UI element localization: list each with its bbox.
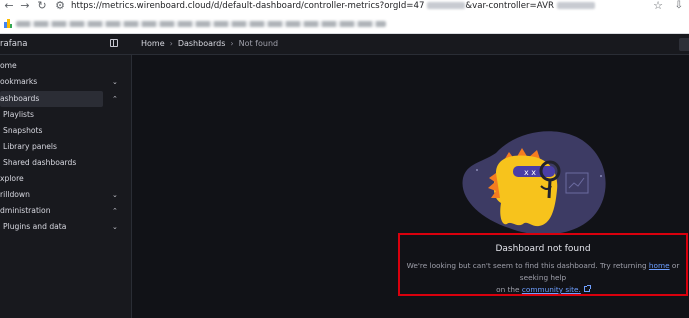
sidebar-item-label: Plugins and data	[3, 222, 67, 231]
mascot-eyes: x x	[524, 168, 536, 177]
star-icon[interactable]: ☆	[653, 0, 663, 12]
topbar-action-button[interactable]	[679, 38, 689, 51]
bookmarks-redacted	[16, 21, 386, 27]
bookmarks-bar	[0, 14, 689, 34]
sidebar-item-home[interactable]: ome	[0, 58, 132, 74]
community-site-link[interactable]: community site.	[522, 285, 581, 294]
sidebar-item-label: xplore	[0, 174, 24, 183]
sidebar-item-label: ome	[0, 61, 17, 70]
sidebar-item-library-panels[interactable]: Library panels	[0, 139, 132, 155]
sidebar-item-plugins-and-data[interactable]: Plugins and data ⌄	[0, 219, 132, 235]
breadcrumb-home[interactable]: Home	[141, 39, 165, 48]
sidebar-item-snapshots[interactable]: Snapshots	[0, 123, 132, 139]
arrow-left-icon[interactable]: ←	[2, 0, 16, 12]
sidebar-item-bookmarks[interactable]: ookmarks ⌄	[0, 74, 132, 90]
chevron-down-icon[interactable]: ⌄	[112, 187, 118, 203]
site-info-icon[interactable]: ⚙	[53, 0, 67, 12]
sparkle-dot	[476, 169, 478, 171]
sidebar-item-label: Snapshots	[3, 126, 43, 135]
not-found-panel: Dashboard not found We're looking but ca…	[398, 233, 688, 296]
dock-menu-icon[interactable]	[110, 39, 118, 47]
sidebar-item-shared-dashboards[interactable]: Shared dashboards	[0, 155, 132, 171]
address-row: ← → ↻ ⚙ https://metrics.wirenboard.cloud…	[0, 0, 689, 14]
url-redacted-tail	[556, 2, 595, 9]
url-redacted	[427, 2, 466, 9]
not-found-title: Dashboard not found	[495, 244, 591, 254]
sidebar-item-drilldown[interactable]: rilldown ⌄	[0, 187, 132, 203]
sidebar-item-playlists[interactable]: Playlists	[0, 107, 132, 123]
sidebar-item-label: dministration	[0, 206, 51, 215]
chevron-right-icon: ›	[169, 39, 173, 48]
chevron-up-icon[interactable]: ⌃	[112, 91, 118, 107]
sidebar-item-explore[interactable]: xplore	[0, 171, 132, 187]
bookmark-favicon-icon[interactable]	[4, 19, 12, 28]
sidebar-nav: ome ookmarks ⌄ ashboards ⌃ Playlists Sna…	[0, 55, 132, 318]
chevron-right-icon: ›	[230, 39, 234, 48]
url-text: https://metrics.wirenboard.cloud/d/defau…	[71, 1, 425, 11]
address-bar[interactable]: https://metrics.wirenboard.cloud/d/defau…	[71, 0, 595, 12]
not-found-message: We're looking but can't seem to find thi…	[400, 260, 686, 296]
chevron-up-icon[interactable]: ⌃	[112, 203, 118, 219]
download-icon[interactable]: ⇩	[675, 0, 683, 12]
arrow-right-icon[interactable]: →	[18, 0, 32, 12]
home-link[interactable]: home	[649, 261, 670, 270]
sidebar-item-dashboards[interactable]: ashboards ⌃	[0, 91, 118, 107]
main-content: x x Dashboard not found We're looking bu…	[133, 55, 689, 318]
breadcrumb: Home › Dashboards › Not found	[141, 39, 278, 48]
browser-toolbar: ← → ↻ ⚙ https://metrics.wirenboard.cloud…	[0, 0, 689, 34]
brand-name[interactable]: rafana	[0, 39, 28, 49]
message-text: on the	[496, 285, 520, 294]
sidebar-item-label: Shared dashboards	[3, 158, 77, 167]
grafana-topbar: rafana Home › Dashboards › Not found	[0, 34, 689, 55]
sidebar-item-label: ashboards	[0, 94, 40, 103]
sidebar-item-label: Playlists	[3, 110, 34, 119]
sidebar-item-label: Library panels	[3, 142, 57, 151]
message-text: We're looking but can't seem to find thi…	[406, 261, 647, 270]
external-link-icon[interactable]	[583, 285, 591, 292]
chevron-down-icon[interactable]: ⌄	[112, 219, 118, 235]
chevron-down-icon[interactable]: ⌄	[112, 74, 118, 90]
sparkle-dot	[600, 175, 602, 177]
url-suffix: &var-controller=AVR	[465, 1, 554, 11]
sidebar-item-label: rilldown	[0, 190, 30, 199]
not-found-illustration: x x	[462, 131, 606, 235]
reload-icon[interactable]: ↻	[35, 0, 49, 12]
breadcrumb-current: Not found	[238, 39, 279, 48]
sidebar-item-label: ookmarks	[0, 77, 38, 86]
breadcrumb-dashboards[interactable]: Dashboards	[178, 39, 226, 48]
sidebar-item-administration[interactable]: dministration ⌃	[0, 203, 132, 219]
